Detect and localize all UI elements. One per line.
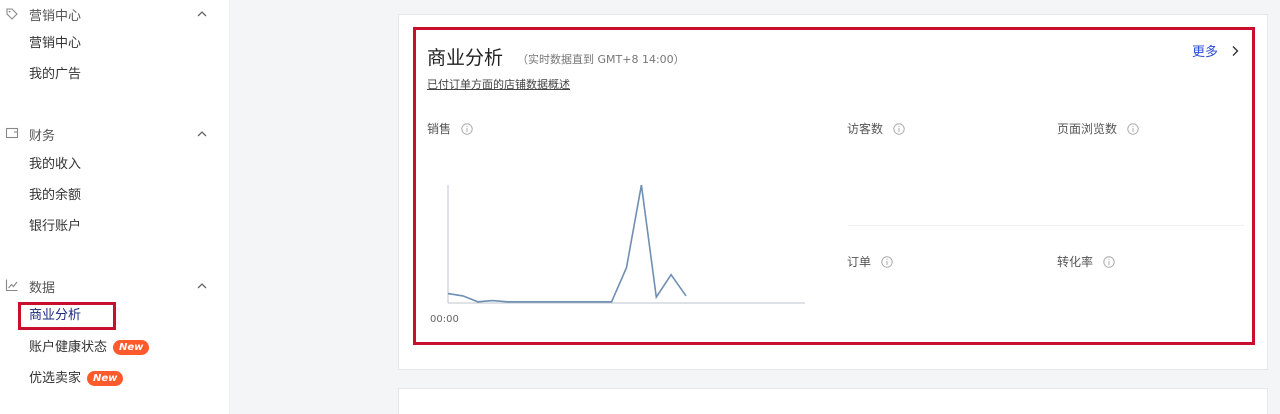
info-icon[interactable] [461, 122, 473, 135]
sidebar-section-marketing-header[interactable]: 营销中心 [0, 0, 230, 26]
sidebar-item-account-health[interactable]: 账户健康状态 New [29, 338, 150, 358]
metric-label: 订单 [847, 255, 872, 269]
realtime-data-note: （实时数据直到 GMT+8 14:00） [517, 53, 685, 66]
x-axis-start-label: 00:00 [430, 314, 459, 325]
sidebar-item-label: 账户健康状态 [29, 340, 108, 355]
metric-label: 销售 [427, 122, 452, 136]
info-icon[interactable] [1103, 255, 1115, 268]
metric-label: 访客数 [847, 122, 884, 136]
sidebar-item-my-income[interactable]: 我的收入 [29, 155, 81, 175]
sidebar-section-title: 财务 [29, 129, 56, 144]
sales-series-line [447, 184, 687, 303]
page-title: 商业分析 [427, 47, 504, 69]
metric-visitors: 访客数 [847, 120, 905, 137]
chevron-up-icon[interactable] [196, 8, 208, 20]
metric-orders: 订单 [847, 253, 893, 270]
sales-line-chart [447, 184, 805, 304]
sidebar-section-data-header[interactable]: 数据 [0, 272, 230, 298]
store-overview-link[interactable]: 已付订单方面的店铺数据概述 [427, 76, 570, 92]
secondary-card [398, 388, 1268, 414]
chevron-up-icon[interactable] [196, 280, 208, 292]
new-badge: New [113, 340, 150, 355]
line-chart-icon [5, 279, 18, 292]
more-label: 更多 [1192, 45, 1219, 60]
sidebar-section-title: 数据 [29, 281, 56, 296]
sidebar: 营销中心 营销中心 我的广告 财务 我的收入 我的余额 银行账户 数据 商业分析… [0, 0, 230, 414]
chevron-up-icon[interactable] [196, 128, 208, 140]
tag-icon [6, 8, 18, 20]
sidebar-section-finance-header[interactable]: 财务 [0, 120, 230, 146]
wallet-icon [5, 127, 19, 139]
info-icon[interactable] [893, 122, 905, 135]
info-icon[interactable] [1127, 122, 1139, 135]
more-link[interactable]: 更多 [1192, 41, 1240, 60]
sidebar-item-label: 优选卖家 [29, 371, 82, 386]
metric-page-views: 页面浏览数 [1057, 120, 1139, 137]
sidebar-item-preferred-seller[interactable]: 优选卖家 New [29, 369, 124, 389]
sidebar-item-bank-account[interactable]: 银行账户 [29, 217, 81, 237]
sidebar-section-title: 营销中心 [29, 9, 82, 24]
metric-sales: 销售 [427, 120, 473, 137]
sidebar-item-marketing-center[interactable]: 营销中心 [29, 34, 81, 54]
sidebar-item-my-ads[interactable]: 我的广告 [29, 65, 81, 85]
chevron-right-icon [1232, 45, 1239, 56]
info-icon[interactable] [881, 255, 893, 268]
new-badge: New [87, 371, 124, 386]
metrics-divider [848, 225, 1244, 226]
active-item-highlight [18, 302, 116, 330]
metric-label: 页面浏览数 [1057, 122, 1118, 136]
metric-label: 转化率 [1057, 255, 1094, 269]
metric-conversion-rate: 转化率 [1057, 253, 1115, 270]
sidebar-item-my-balance[interactable]: 我的余额 [29, 186, 81, 206]
